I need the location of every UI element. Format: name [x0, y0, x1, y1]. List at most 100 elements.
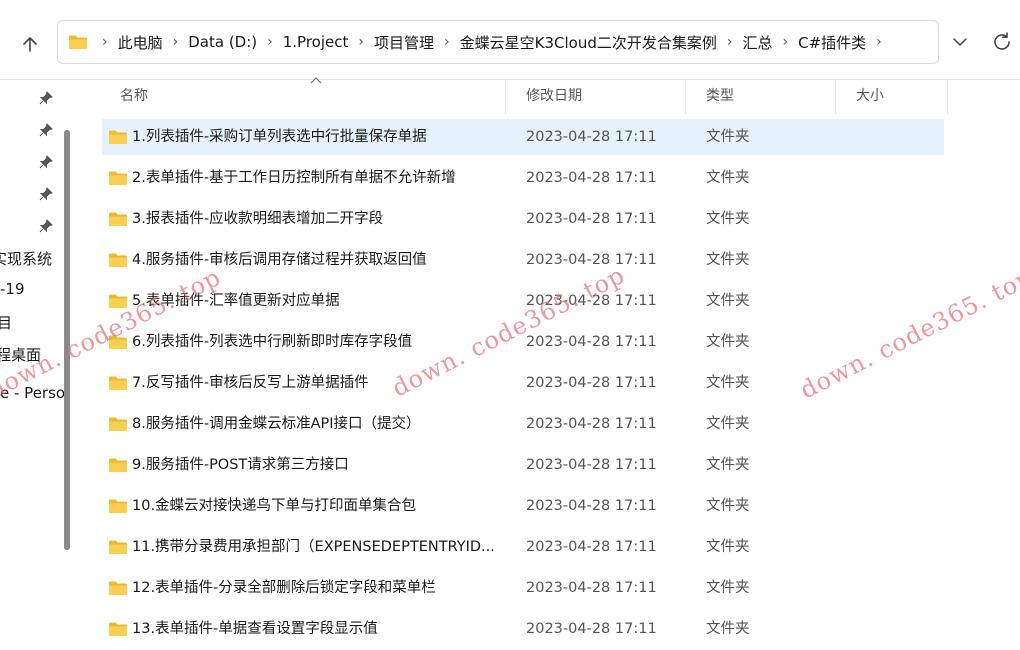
file-type: 文件夹: [706, 170, 750, 186]
file-name: 12.表单插件-分录全部删除后锁定字段和菜单栏: [132, 580, 436, 596]
file-name: 1.列表插件-采购订单列表选中行批量保存单据: [132, 129, 427, 145]
file-date-modified: 2023-04-28 17:11: [526, 621, 657, 637]
chevron-right-icon[interactable]: ›: [267, 34, 273, 50]
file-type: 文件夹: [706, 211, 750, 227]
file-name: 5.表单插件-汇率值更新对应单据: [132, 293, 340, 309]
file-row[interactable]: 1.列表插件-采购订单列表选中行批量保存单据 2023-04-28 17:11 文件…: [102, 119, 944, 155]
arrow-up-icon: [23, 37, 37, 52]
address-bar[interactable]: › 此电脑 › Data (D:) › 1.Project › 项目管理 › 金…: [57, 20, 939, 64]
file-date-modified: 2023-04-28 17:11: [526, 170, 657, 186]
file-type: 文件夹: [706, 621, 750, 637]
column-name[interactable]: 名称: [100, 80, 506, 114]
folder-icon: [69, 35, 87, 49]
chevron-right-icon[interactable]: ›: [876, 34, 882, 50]
pin-icon[interactable]: [38, 90, 54, 106]
folder-icon: [109, 130, 127, 144]
nav-item-remote-desktop[interactable]: 程桌面: [0, 344, 41, 365]
pin-icon[interactable]: [38, 154, 54, 170]
file-type: 文件夹: [706, 539, 750, 555]
file-row[interactable]: 9.服务插件-POST请求第三方接口 2023-04-28 17:11 文件夹: [102, 447, 944, 483]
crumb-summary[interactable]: 汇总: [740, 30, 774, 55]
file-date-modified: 2023-04-28 17:11: [526, 211, 657, 227]
file-date-modified: 2023-04-28 17:11: [526, 539, 657, 555]
file-date-modified: 2023-04-28 17:11: [526, 129, 657, 145]
nav-item-quick-access-3[interactable]: 目: [0, 312, 12, 333]
folder-icon: [109, 294, 127, 308]
pin-icon[interactable]: [38, 218, 54, 234]
file-name: 6.列表插件-列表选中行刷新即时库存字段值: [132, 334, 413, 350]
chevron-right-icon[interactable]: ›: [727, 34, 733, 50]
file-row[interactable]: 5.表单插件-汇率值更新对应单据 2023-04-28 17:11 文件夹: [102, 283, 944, 319]
file-date-modified: 2023-04-28 17:11: [526, 498, 657, 514]
folder-icon: [109, 171, 127, 185]
chevron-down-icon[interactable]: [950, 34, 970, 50]
pin-icon[interactable]: [38, 186, 54, 202]
crumb-k3cloud-cases[interactable]: 金蝶云星空K3Cloud二次开发合集案例: [458, 30, 719, 55]
file-date-modified: 2023-04-28 17:11: [526, 375, 657, 391]
chevron-right-icon: ›: [102, 34, 108, 50]
crumb-csharp-plugins[interactable]: C#插件类: [796, 30, 868, 55]
file-row[interactable]: 12.表单插件-分录全部删除后锁定字段和菜单栏 2023-04-28 17:11 文…: [102, 570, 944, 606]
file-name: 9.服务插件-POST请求第三方接口: [132, 457, 349, 473]
file-date-modified: 2023-04-28 17:11: [526, 252, 657, 268]
file-list: 名称 修改日期 类型 大小 1.列表插件-采购订单列表选中行批量保存单据 2023…: [100, 77, 1020, 650]
address-toolbar: › 此电脑 › Data (D:) › 1.Project › 项目管理 › 金…: [0, 0, 1020, 80]
file-row[interactable]: 8.服务插件-调用金蝶云标准API接口（提交） 2023-04-28 17:11 文…: [102, 406, 944, 442]
chevron-right-icon[interactable]: ›: [173, 34, 179, 50]
file-row[interactable]: 10.金蝶云对接快递鸟下单与打印面单集合包 2023-04-28 17:11 文件夹: [102, 488, 944, 524]
folder-icon: [109, 417, 127, 431]
file-row[interactable]: 6.列表插件-列表选中行刷新即时库存字段值 2023-04-28 17:11 文件夹: [102, 324, 944, 360]
chevron-right-icon[interactable]: ›: [444, 34, 450, 50]
navigation-pane: 实现系统 -19 目 程桌面 e - Perso: [0, 80, 80, 650]
file-type: 文件夹: [706, 293, 750, 309]
chevron-right-icon[interactable]: ›: [782, 34, 788, 50]
file-name: 3.报表插件-应收款明细表增加二开字段: [132, 211, 384, 227]
file-date-modified: 2023-04-28 17:11: [526, 416, 657, 432]
column-type[interactable]: 类型: [686, 80, 836, 114]
file-date-modified: 2023-04-28 17:11: [526, 457, 657, 473]
file-row[interactable]: 7.反写插件-审核后反写上游单据插件 2023-04-28 17:11 文件夹: [102, 365, 944, 401]
file-date-modified: 2023-04-28 17:11: [526, 580, 657, 596]
folder-icon: [109, 540, 127, 554]
file-type: 文件夹: [706, 129, 750, 145]
file-type: 文件夹: [706, 334, 750, 350]
file-date-modified: 2023-04-28 17:11: [526, 334, 657, 350]
file-name: 4.服务插件-审核后调用存储过程并获取返回值: [132, 252, 427, 268]
file-row[interactable]: 13.表单插件-单据查看设置字段显示值 2023-04-28 17:11 文件夹: [102, 611, 944, 647]
file-type: 文件夹: [706, 416, 750, 432]
crumb-data-drive[interactable]: Data (D:): [186, 31, 259, 53]
refresh-icon[interactable]: [990, 30, 1014, 54]
file-row[interactable]: 11.携带分录费用承担部门（EXPENSEDEPTENTRYID... 2023-…: [102, 529, 944, 565]
file-type: 文件夹: [706, 375, 750, 391]
folder-icon: [109, 458, 127, 472]
nav-item-quick-access-2[interactable]: -19: [0, 280, 25, 298]
column-header: 名称 修改日期 类型 大小: [100, 77, 950, 114]
nav-scrollbar[interactable]: [64, 130, 70, 550]
file-name: 8.服务插件-调用金蝶云标准API接口（提交）: [132, 416, 421, 432]
up-button[interactable]: [14, 28, 46, 60]
crumb-project-management[interactable]: 项目管理: [372, 30, 436, 55]
file-type: 文件夹: [706, 580, 750, 596]
file-type: 文件夹: [706, 498, 750, 514]
nav-item-quick-access-1[interactable]: 实现系统: [0, 248, 52, 269]
crumb-this-pc[interactable]: 此电脑: [116, 30, 165, 55]
folder-icon: [109, 253, 127, 267]
pin-icon[interactable]: [38, 122, 54, 138]
folder-icon: [109, 581, 127, 595]
file-name: 7.反写插件-审核后反写上游单据插件: [132, 375, 369, 391]
file-name: 2.表单插件-基于工作日历控制所有单据不允许新增: [132, 170, 456, 186]
chevron-right-icon[interactable]: ›: [358, 34, 364, 50]
file-name: 13.表单插件-单据查看设置字段显示值: [132, 621, 378, 637]
column-size[interactable]: 大小: [836, 80, 948, 114]
file-row[interactable]: 3.报表插件-应收款明细表增加二开字段 2023-04-28 17:11 文件夹: [102, 201, 944, 237]
file-row[interactable]: 4.服务插件-审核后调用存储过程并获取返回值 2023-04-28 17:11 文件…: [102, 242, 944, 278]
column-date-modified[interactable]: 修改日期: [506, 80, 686, 114]
file-type: 文件夹: [706, 252, 750, 268]
file-name: 11.携带分录费用承担部门（EXPENSEDEPTENTRYID...: [132, 539, 495, 555]
nav-item-onedrive-personal[interactable]: e - Perso: [0, 384, 65, 402]
folder-icon: [109, 335, 127, 349]
file-row[interactable]: 2.表单插件-基于工作日历控制所有单据不允许新增 2023-04-28 17:11…: [102, 160, 944, 196]
crumb-project[interactable]: 1.Project: [281, 31, 351, 53]
folder-icon: [109, 622, 127, 636]
folder-icon: [109, 376, 127, 390]
